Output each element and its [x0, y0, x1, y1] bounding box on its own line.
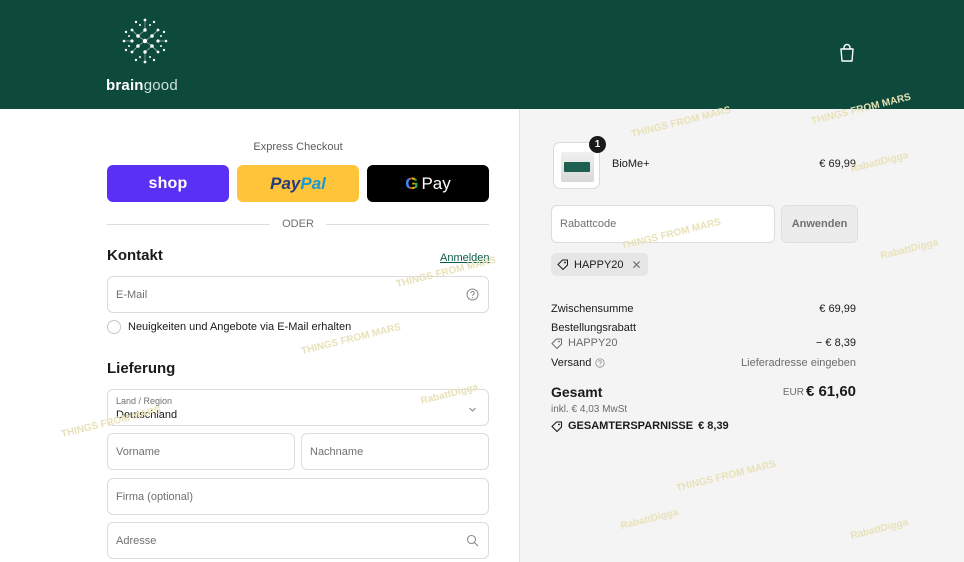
chevron-down-icon [469, 407, 476, 412]
first-name-input[interactable] [116, 445, 286, 458]
country-select-value: Deutschland [116, 409, 178, 421]
apply-discount-button[interactable]: Anwenden [781, 205, 858, 243]
site-header: braingood [0, 0, 964, 109]
first-name-field[interactable] [107, 433, 295, 470]
shop-pay-label: shop [148, 174, 188, 192]
email-field[interactable] [107, 276, 489, 313]
total-value: € 61,60 [805, 383, 856, 400]
subtotal-label: Zwischensumme [551, 303, 634, 315]
watermark: THINGS FROM MARS [630, 104, 733, 141]
order-discount-value: − € 8,39 [815, 337, 856, 349]
total-currency: EUR [782, 387, 804, 398]
discount-code-input[interactable] [560, 218, 766, 230]
company-input[interactable] [116, 490, 480, 503]
watermark: RabattDigga [619, 507, 680, 532]
tag-icon [551, 420, 563, 432]
shipping-value: Lieferadresse eingeben [741, 357, 856, 369]
google-pay-label: Pay [421, 173, 451, 193]
paypal-label-part1: Pay [270, 173, 301, 193]
company-field[interactable] [107, 478, 489, 515]
search-icon [466, 534, 479, 547]
applied-discount-chip: HAPPY20 ✕ [551, 253, 648, 276]
brand-name[interactable]: braingood [106, 77, 178, 94]
discount-code-field[interactable] [551, 205, 775, 243]
savings-label: GESAMTERSPARNISSE [568, 420, 694, 432]
product-name: BioMe+ [612, 158, 650, 170]
newsletter-checkbox[interactable] [107, 320, 121, 334]
country-select[interactable]: Land / Region Deutschland [107, 389, 489, 426]
tax-note: inkl. € 4,03 MwSt [551, 404, 628, 415]
product-thumbnail: 1 [553, 136, 606, 189]
applied-discount-code: HAPPY20 [574, 258, 624, 271]
watermark: RabattDigga [849, 517, 910, 542]
tag-icon [551, 338, 562, 349]
shop-pay-button[interactable]: shop [107, 165, 229, 202]
order-discount-code: HAPPY20 [568, 337, 618, 349]
brain-dots-logo-icon[interactable] [116, 12, 174, 70]
product-image [561, 152, 594, 182]
or-separator: ODER [107, 217, 489, 231]
help-circle-icon[interactable] [595, 358, 605, 368]
watermark: RabattDigga [879, 237, 940, 262]
shipping-row: Versand [551, 357, 605, 369]
last-name-field[interactable] [301, 433, 489, 470]
savings-value: € 8,39 [698, 420, 729, 432]
newsletter-label: Neuigkeiten und Angebote via E-Mail erha… [128, 321, 352, 333]
quantity-badge: 1 [589, 136, 606, 153]
google-g-icon: G [405, 173, 419, 193]
total-savings: GESAMTERSPARNISSE € 8,39 [551, 420, 729, 432]
google-pay-button[interactable]: G Pay [367, 165, 489, 202]
watermark: RabattDigga [849, 150, 910, 175]
total-label: Gesamt [551, 384, 603, 400]
order-discount-code-row: HAPPY20 [551, 337, 618, 349]
email-input[interactable] [116, 288, 480, 301]
address-input[interactable] [116, 534, 480, 547]
order-discount-label: Bestellungsrabatt [551, 322, 636, 334]
express-checkout-title: Express Checkout [253, 141, 343, 153]
paypal-label-part2: Pal [300, 173, 326, 193]
checkout-form-column: Express Checkout shop Pay Pal G Pay ODER K… [0, 109, 519, 562]
delivery-heading: Lieferung [107, 360, 176, 377]
subtotal-value: € 69,99 [819, 303, 856, 315]
paypal-button[interactable]: Pay Pal [237, 165, 359, 202]
remove-discount-icon[interactable]: ✕ [632, 258, 642, 272]
watermark: THINGS FROM MARS [675, 458, 778, 495]
address-field[interactable] [107, 522, 489, 559]
login-link[interactable]: Anmelden [440, 252, 490, 264]
help-circle-icon[interactable] [466, 288, 479, 301]
separator-line-right [325, 223, 489, 225]
separator-line-left [107, 223, 271, 225]
brand-name-bold: brain [106, 77, 144, 94]
tag-icon [557, 259, 568, 270]
newsletter-option[interactable]: Neuigkeiten und Angebote via E-Mail erha… [107, 320, 351, 334]
brand-name-light: good [143, 77, 178, 94]
order-summary-column: 1 BioMe+ € 69,99 Anwenden HAPPY20 ✕ Zwis… [519, 92, 964, 562]
shopping-bag-icon[interactable] [838, 43, 856, 63]
product-price: € 69,99 [819, 158, 856, 170]
contact-heading: Kontakt [107, 247, 163, 264]
or-separator-label: ODER [282, 218, 314, 230]
last-name-input[interactable] [310, 445, 480, 458]
shipping-label: Versand [551, 357, 592, 369]
country-select-label: Land / Region [116, 396, 173, 406]
